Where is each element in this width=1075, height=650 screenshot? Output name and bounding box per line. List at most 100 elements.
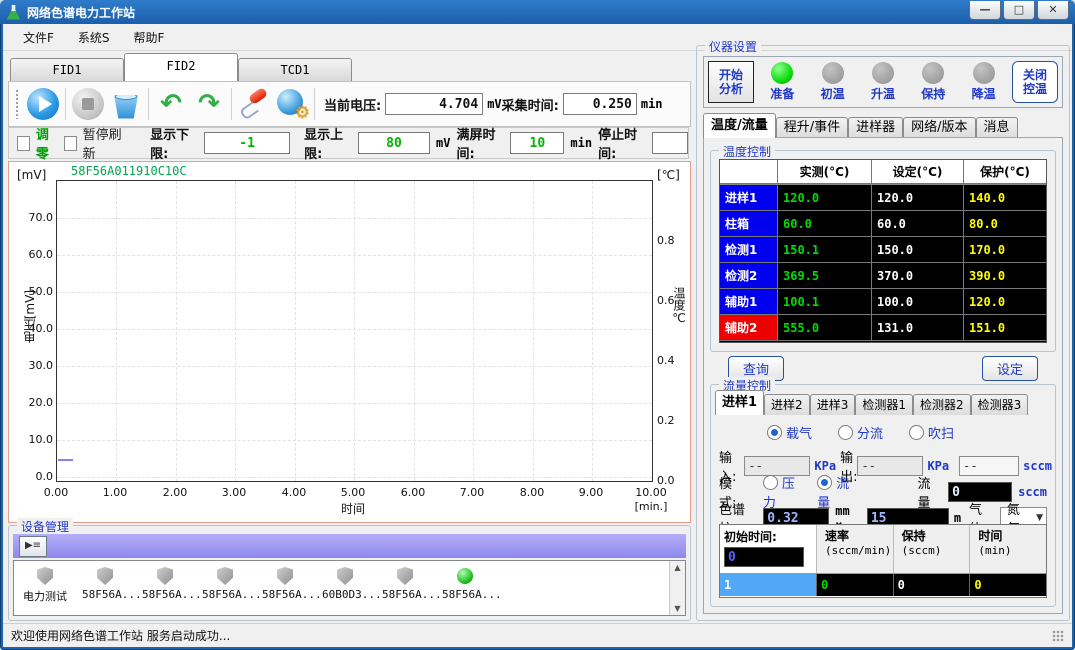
fullscreen-time-field[interactable] — [510, 132, 564, 154]
left-axis-unit: [mV] — [17, 168, 46, 182]
flow-set-unit: sccm — [1018, 485, 1047, 499]
device-list: 电力测试 58F56A... 58F56A... 58F56A... 58F56… — [13, 560, 686, 616]
zero-checkbox[interactable] — [17, 136, 30, 151]
temp-set-button[interactable]: 设定 — [982, 356, 1038, 381]
device-item[interactable]: 58F56A... — [142, 565, 188, 601]
stop-time-label: 停止时间: — [598, 124, 646, 162]
menu-help[interactable]: 帮助F — [124, 26, 175, 49]
x-tick: 1.00 — [95, 486, 135, 499]
undo-button[interactable]: ↶ — [152, 85, 190, 123]
tab-temp-flow[interactable]: 温度/流量 — [703, 113, 776, 138]
bucket-icon — [114, 93, 138, 119]
y-tick-right: 0.6 — [657, 294, 675, 307]
stop-time-field[interactable] — [652, 132, 688, 154]
y-tick-right: 0.2 — [657, 414, 675, 427]
table-row[interactable]: 检测1 150.1 150.0 170.0 — [720, 237, 1046, 263]
tab-fid2[interactable]: FID2 — [124, 53, 238, 81]
status-ramping: 升温 — [861, 62, 905, 102]
x-tick: 0.00 — [36, 486, 76, 499]
start-acquisition-button[interactable] — [24, 85, 62, 123]
flow-tab-inlet1[interactable]: 进样1 — [715, 390, 764, 415]
purge-radio[interactable]: 吹扫 — [909, 423, 954, 442]
status-ready: 准备 — [760, 62, 804, 102]
clear-button[interactable] — [107, 85, 145, 123]
fullscreen-time-unit: min — [570, 136, 592, 150]
scroll-down-icon[interactable]: ▼ — [670, 602, 685, 615]
temp-flow-tabpage: 温度控制 实测(°C) 设定(°C) 保护(°C) 进样1 120.0 120.… — [703, 137, 1063, 614]
gas-radio-row: 载气 分流 吹扫 — [719, 423, 1047, 442]
table-row[interactable]: 柱箱 60.0 60.0 80.0 — [720, 211, 1046, 237]
y-tick: 60.0 — [9, 248, 53, 261]
ramp-row[interactable]: 1 0 0 0 — [720, 574, 1046, 596]
table-row[interactable]: 检测2 369.5 370.0 390.0 — [720, 263, 1046, 289]
pause-refresh-checkbox[interactable] — [64, 136, 77, 151]
flow-tab-detector2[interactable]: 检测器2 — [913, 394, 971, 415]
tab-tcd1[interactable]: TCD1 — [238, 58, 352, 81]
scroll-up-icon[interactable]: ▲ — [670, 561, 685, 574]
flow-tab-inlet3[interactable]: 进样3 — [810, 394, 856, 415]
output-unit: KPa — [927, 459, 949, 473]
acq-time-field[interactable] — [563, 93, 637, 115]
chromatogram-chart: [mV] [℃] 58F56A011910C10C 电压[mV] 温度℃ 0.0… — [8, 161, 691, 523]
lower-limit-field[interactable] — [204, 132, 290, 154]
device-item-online[interactable]: 58F56A... — [442, 565, 488, 601]
temperature-control-title: 温度控制 — [719, 143, 775, 160]
flow-tab-detector1[interactable]: 检测器1 — [855, 394, 913, 415]
device-item[interactable]: 58F56A... — [202, 565, 248, 601]
initial-time-field[interactable] — [724, 547, 804, 567]
signal-trace — [58, 459, 73, 461]
x-tick: 6.00 — [393, 486, 433, 499]
acq-time-label: 采集时间: — [502, 95, 559, 114]
table-row-alarm[interactable]: 辅助2 555.0 131.0 151.0 — [720, 315, 1046, 341]
close-button[interactable]: ✕ — [1037, 1, 1069, 20]
y-tick-right: 0.4 — [657, 354, 675, 367]
upper-limit-field[interactable] — [358, 132, 430, 154]
device-manager-group: 设备管理 ▶≡ 电力测试 58F56A... 58F56A... 58F56A.… — [8, 525, 691, 621]
instrument-settings-title: 仪器设置 — [705, 38, 761, 55]
redo-button[interactable]: ↷ — [190, 85, 228, 123]
split-radio[interactable]: 分流 — [838, 423, 883, 442]
device-shield-icon — [97, 567, 113, 585]
flow-tab-inlet2[interactable]: 进样2 — [764, 394, 810, 415]
device-item[interactable]: 58F56A... — [262, 565, 308, 601]
rate-column-header: 速率 (sccm/min) — [816, 525, 893, 573]
tab-messages[interactable]: 消息 — [976, 117, 1018, 138]
upper-limit-unit: mV — [436, 136, 450, 150]
flow-tabstrip: 进样1 进样2 进样3 检测器1 检测器2 检测器3 — [715, 391, 1028, 415]
resize-grip[interactable] — [1052, 630, 1064, 642]
x-tick: 8.00 — [512, 486, 552, 499]
voltage-value-field[interactable] — [385, 93, 483, 115]
close-temp-control-button[interactable]: 关闭 控温 — [1012, 61, 1058, 103]
device-item[interactable]: 电力测试 — [22, 565, 68, 604]
tab-fid1[interactable]: FID1 — [10, 58, 124, 81]
device-item[interactable]: 58F56A... — [382, 565, 428, 601]
maximize-button[interactable]: □ — [1003, 1, 1035, 20]
toolbar-separator — [231, 88, 232, 120]
table-row[interactable]: 进样1 120.0 120.0 140.0 — [720, 185, 1046, 211]
tab-program-events[interactable]: 程升/事件 — [776, 117, 848, 138]
y-tick-right: 0.8 — [657, 234, 675, 247]
network-settings-button[interactable]: ⚙ — [273, 85, 311, 123]
menu-file[interactable]: 文件F — [13, 26, 64, 49]
minimize-button[interactable]: — — [969, 1, 1001, 20]
device-shield-icon — [37, 567, 53, 585]
toolbar-grip[interactable] — [15, 89, 19, 119]
flow-tab-detector3[interactable]: 检测器3 — [971, 394, 1029, 415]
device-item[interactable]: 60B0D3... — [322, 565, 368, 601]
y-tick: 70.0 — [9, 211, 53, 224]
device-list-button[interactable]: ▶≡ — [19, 536, 47, 557]
table-row[interactable]: 辅助1 100.1 100.0 120.0 — [720, 289, 1046, 315]
tools-button[interactable] — [235, 85, 273, 123]
tab-injector[interactable]: 进样器 — [848, 117, 903, 138]
device-online-icon — [457, 568, 473, 584]
titlebar: 网络色谱电力工作站 — □ ✕ — [0, 0, 1075, 24]
device-list-scrollbar[interactable]: ▲ ▼ — [669, 561, 685, 615]
carrier-gas-radio[interactable]: 载气 — [767, 423, 812, 442]
device-item[interactable]: 58F56A... — [82, 565, 128, 601]
acq-time-unit: min — [641, 97, 663, 111]
menu-system[interactable]: 系统S — [68, 26, 120, 49]
tab-network-version[interactable]: 网络/版本 — [903, 117, 975, 138]
plot-area[interactable] — [56, 180, 653, 482]
stop-acquisition-button[interactable] — [69, 85, 107, 123]
start-analysis-button[interactable]: 开始 分析 — [708, 61, 754, 103]
